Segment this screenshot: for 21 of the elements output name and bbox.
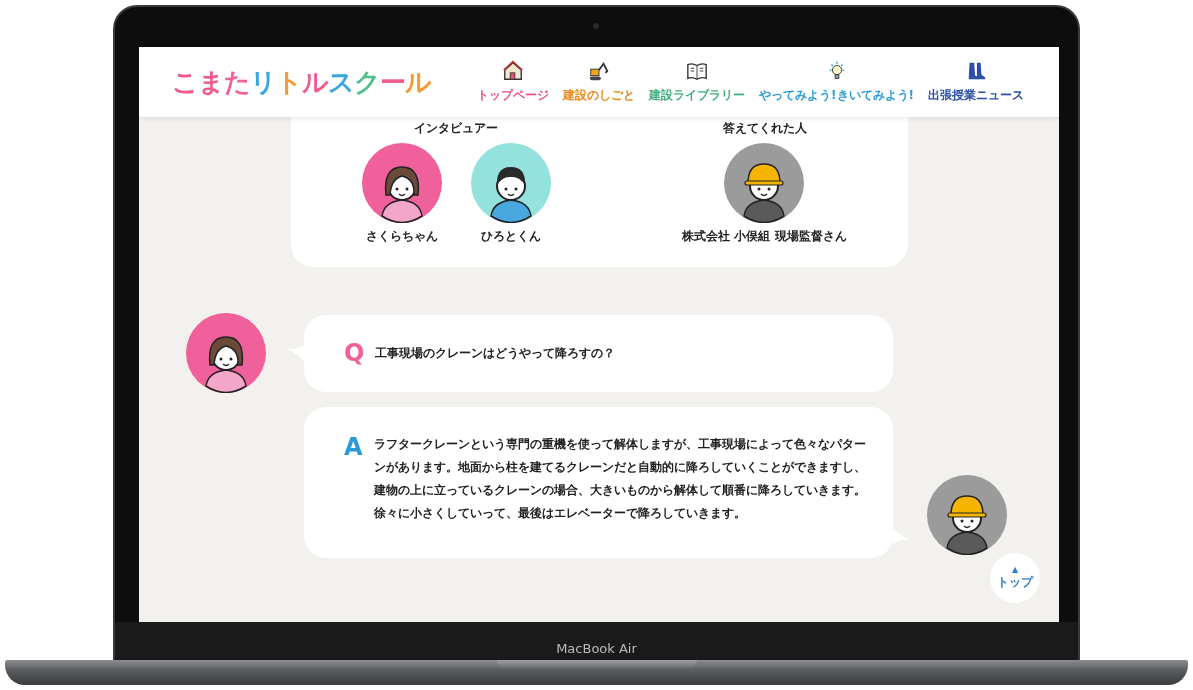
excavator-icon [588,60,611,82]
answer-text: ラフタークレーンという専門の重機を使って解体しますが、工事現場によって色々なパターンがあります。地面から柱を建てるクレーンだと自動的に降ろしていくことができますし、建物の上に立っているクレーンの場合、大きいものから解体して順番に降ろしていきます。徐々に小さくしていって、最後はエレベーターで降ろしていきます。 [373,436,867,522]
group-heading: インタビュアー [414,120,498,135]
question-text: 工事現場のクレーンはどうやって降ろすの？ [375,344,616,362]
question-mark-letter: Q [344,341,365,365]
camera-dot [593,23,599,29]
nav-link[interactable]: トップページ [477,87,550,104]
nav-link[interactable]: やってみよう!きいてみよう! [759,87,914,104]
answer-mark-letter: A [344,435,363,459]
person-name: さくらちゃん [365,228,438,245]
nav-link[interactable]: 建設のしごと [563,87,636,104]
book-icon [686,60,709,82]
nav-link[interactable]: 出張授業ニュース [928,87,1024,104]
device-label: MacBook Air [556,642,637,656]
person-name: 株式会社 小俣組 現場監督さん [682,228,847,245]
nav-link[interactable]: 建設ライブラリー [649,87,746,104]
group-heading: 答えてくれた人 [722,120,807,135]
site-logo[interactable]: こまたリトルスクール [172,64,431,100]
person-name: ひろとくん [480,228,541,245]
house-icon [502,60,525,82]
back-to-top-button[interactable]: ▲ トップ [990,553,1040,603]
